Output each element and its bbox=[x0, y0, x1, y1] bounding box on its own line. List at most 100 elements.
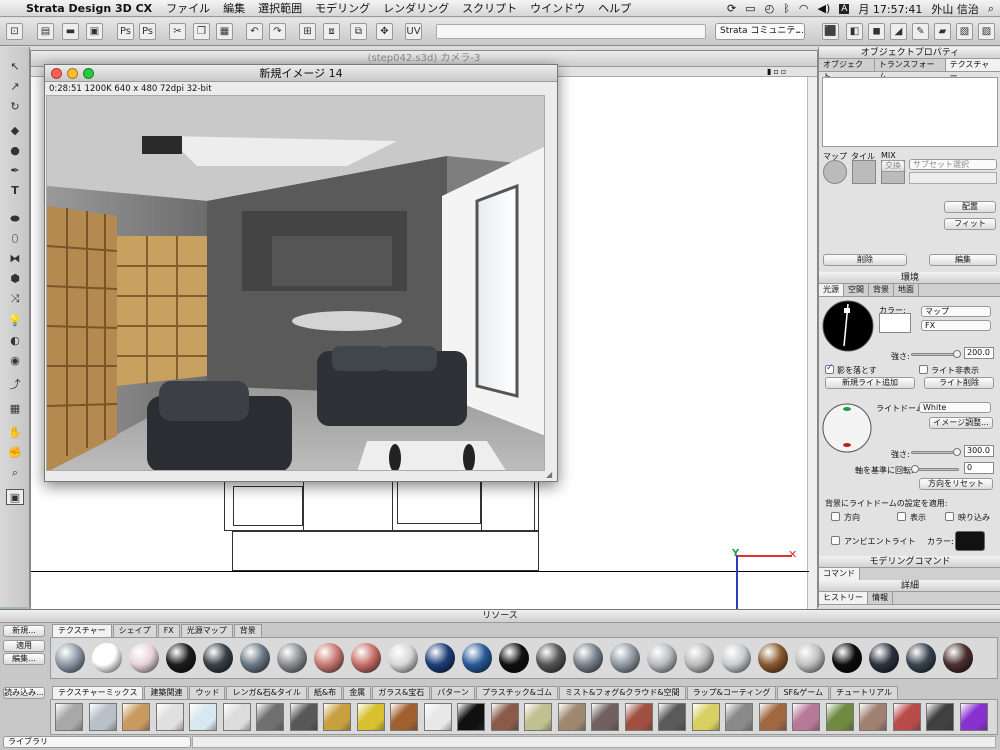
zoom-tool-icon[interactable]: ⌕ bbox=[6, 465, 24, 481]
spot-tool-icon[interactable]: ◐ bbox=[6, 333, 24, 349]
sync-icon[interactable]: ⟳ bbox=[727, 2, 736, 15]
category-tab[interactable]: プラスチック&ゴム bbox=[475, 686, 558, 699]
axis-rotate-slider-knob[interactable] bbox=[911, 465, 919, 473]
edit-button[interactable]: 編集 bbox=[929, 254, 997, 266]
strength-slider[interactable] bbox=[911, 353, 959, 356]
zoom-button[interactable] bbox=[83, 68, 94, 79]
tab-resource-background[interactable]: 背景 bbox=[233, 624, 262, 637]
category-tab[interactable]: SF&ゲーム bbox=[777, 686, 830, 699]
ambient-color-swatch[interactable] bbox=[955, 531, 985, 551]
texture-mix-tile[interactable] bbox=[189, 703, 217, 731]
tile-icon[interactable] bbox=[852, 160, 876, 184]
texture-swatch[interactable] bbox=[166, 643, 196, 673]
camera-scrollbar[interactable] bbox=[807, 77, 817, 609]
menu-file[interactable]: ファイル bbox=[166, 0, 210, 16]
texture-swatch[interactable] bbox=[499, 643, 529, 673]
menu-window[interactable]: ウインドウ bbox=[530, 0, 585, 16]
texture-swatch[interactable] bbox=[573, 643, 603, 673]
path-tool-icon[interactable]: ⤴ bbox=[6, 377, 24, 393]
subset-field[interactable] bbox=[909, 172, 997, 184]
wifi-icon[interactable]: ◠ bbox=[799, 2, 809, 15]
texture-swatch[interactable] bbox=[758, 643, 788, 673]
cube-view-icon[interactable]: ⬛ bbox=[822, 23, 839, 40]
texture-swatch[interactable] bbox=[906, 643, 936, 673]
tab-info[interactable]: 情報 bbox=[868, 592, 893, 604]
texture-swatch[interactable] bbox=[425, 643, 455, 673]
ps-import-icon[interactable]: Ps bbox=[139, 23, 156, 40]
tab-ground[interactable]: 地面 bbox=[894, 284, 919, 296]
texture-mix-tile[interactable] bbox=[591, 703, 619, 731]
texture-mix-tile[interactable] bbox=[88, 703, 117, 731]
hide-light-checkbox[interactable] bbox=[919, 365, 928, 374]
texture-swatch[interactable] bbox=[203, 643, 233, 673]
group-icon[interactable]: ⧈ bbox=[323, 23, 340, 40]
redo-icon[interactable]: ↷ bbox=[269, 23, 286, 40]
texture-mix-tile[interactable] bbox=[289, 703, 318, 731]
tab-object[interactable]: オブジェクト bbox=[819, 59, 875, 81]
tab-resource-lightmap[interactable]: 光源マップ bbox=[180, 624, 233, 637]
cast-shadow-checkbox[interactable] bbox=[825, 363, 834, 374]
texture-mix-tile[interactable] bbox=[691, 703, 720, 731]
texture-mix-tile[interactable] bbox=[222, 703, 251, 731]
texture-swatch[interactable] bbox=[832, 643, 862, 673]
texture-swatch[interactable] bbox=[55, 643, 85, 673]
pen-tool-icon[interactable]: ✒ bbox=[6, 163, 24, 179]
toolbar-field[interactable] bbox=[436, 24, 706, 39]
texture-icon[interactable]: ▰ bbox=[934, 23, 951, 40]
dome-strength-value[interactable]: 300.0 bbox=[964, 445, 994, 457]
user-name[interactable]: 外山 信治 bbox=[931, 1, 979, 17]
uv-icon[interactable]: UV bbox=[405, 23, 422, 40]
category-tab[interactable]: 金属 bbox=[343, 686, 372, 699]
category-tab[interactable]: レンガ&石&タイル bbox=[226, 686, 307, 699]
strength-slider-knob[interactable] bbox=[953, 350, 961, 358]
add-light-button[interactable]: 新規ライト追加 bbox=[825, 377, 915, 389]
texture-mix-tile[interactable] bbox=[390, 703, 418, 731]
menu-modeling[interactable]: モデリング bbox=[315, 0, 370, 16]
fit-button[interactable]: フィット bbox=[944, 218, 996, 230]
texture-swatch[interactable] bbox=[462, 643, 492, 673]
texture-swatch[interactable] bbox=[277, 643, 307, 673]
object-icon[interactable]: ◼ bbox=[868, 23, 885, 40]
apply-show-checkbox[interactable] bbox=[897, 512, 906, 521]
light-direction-sphere[interactable] bbox=[822, 300, 874, 352]
load-resource-button[interactable]: 読み込み... bbox=[3, 687, 45, 699]
category-tab[interactable]: 紙&布 bbox=[307, 686, 343, 699]
paste-icon[interactable]: ▦ bbox=[216, 23, 233, 40]
texture-mix-tile[interactable] bbox=[725, 703, 753, 731]
texture-swatch[interactable] bbox=[795, 643, 825, 673]
light-color-swatch[interactable] bbox=[879, 313, 911, 333]
tab-resource-shape[interactable]: シェイプ bbox=[112, 624, 157, 637]
save-icon[interactable]: ▣ bbox=[86, 23, 103, 40]
texture-mix-tile[interactable] bbox=[792, 703, 820, 731]
bluetooth-icon[interactable]: ᛒ bbox=[783, 2, 790, 15]
rotate-tool-icon[interactable]: ↻ bbox=[6, 99, 24, 115]
texture-swatch[interactable] bbox=[610, 643, 640, 673]
ps-export-icon[interactable]: Ps bbox=[117, 23, 134, 40]
axis-rotate-value[interactable]: 0 bbox=[964, 462, 994, 474]
copy-icon[interactable]: ❐ bbox=[193, 23, 210, 40]
undo-icon[interactable]: ↶ bbox=[246, 23, 263, 40]
tab-resource-texture[interactable]: テクスチャー bbox=[52, 624, 112, 637]
category-tab[interactable]: パターン bbox=[431, 686, 475, 699]
texture-mix-tile[interactable] bbox=[457, 703, 485, 731]
tab-resource-fx[interactable]: FX bbox=[157, 624, 180, 637]
fit-view-icon[interactable]: ⊞ bbox=[299, 23, 316, 40]
texture-swatch[interactable] bbox=[92, 643, 122, 673]
texture-mix-tile[interactable] bbox=[825, 703, 854, 731]
hand-tool-icon[interactable]: ✋ bbox=[6, 425, 24, 441]
texture-mix-tile[interactable] bbox=[658, 703, 686, 731]
mirror-tool-icon[interactable]: ⧓ bbox=[6, 251, 24, 267]
select-tool-icon[interactable]: ↖ bbox=[6, 59, 24, 75]
cube-tool-icon[interactable]: ◆ bbox=[6, 123, 24, 139]
texture-swatch[interactable] bbox=[536, 643, 566, 673]
render-tool-icon[interactable]: ▣ bbox=[6, 489, 24, 505]
direction-reset-button[interactable]: 方向をリセット bbox=[919, 478, 993, 490]
texture-swatch[interactable] bbox=[351, 643, 381, 673]
orbit-tool-icon[interactable]: ✊ bbox=[6, 445, 24, 461]
tab-light[interactable]: 光源 bbox=[819, 284, 844, 296]
map-sphere-icon[interactable] bbox=[823, 160, 847, 184]
cut-icon[interactable]: ✂ bbox=[169, 23, 186, 40]
community-select[interactable]: Strata コミュニテ... bbox=[715, 23, 805, 40]
input-mode[interactable]: A bbox=[839, 3, 850, 14]
texture-mix-tile[interactable] bbox=[624, 703, 653, 731]
